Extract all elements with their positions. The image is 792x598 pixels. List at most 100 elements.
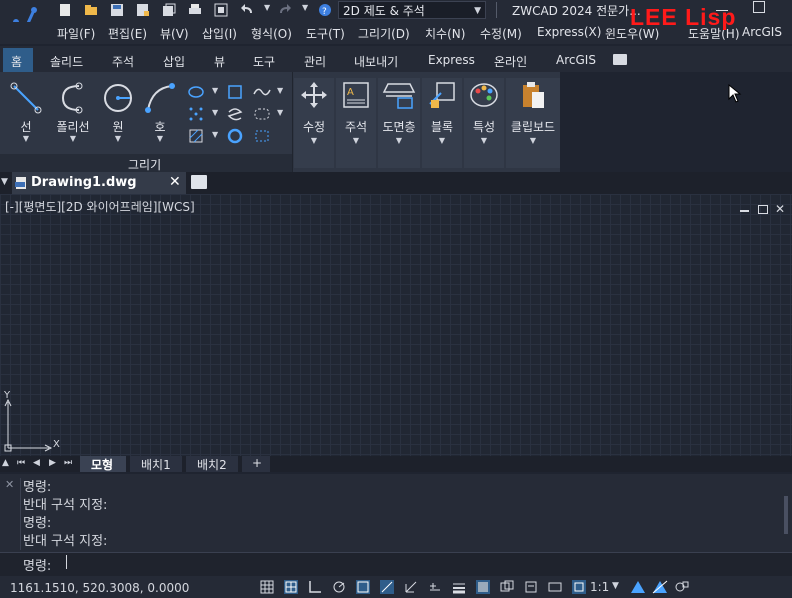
annotation-monitor-icon[interactable] (548, 580, 562, 594)
viewport-minimize-icon[interactable] (740, 210, 749, 212)
new-file-icon[interactable] (58, 3, 72, 17)
donut-icon[interactable] (227, 128, 243, 147)
clipboard-panel-button[interactable]: 클립보드 ▼ (506, 78, 560, 168)
auto-scale-icon[interactable] (652, 580, 668, 594)
save-as-icon[interactable] (136, 3, 150, 17)
menu-arcgis[interactable]: ArcGIS (742, 25, 782, 39)
layout-tab-layout2[interactable]: 배치2 (186, 456, 238, 472)
tab-arcgis[interactable]: ArcGIS (556, 53, 596, 67)
nav-prev-icon[interactable]: ◀ (33, 458, 40, 468)
redo-dropdown-icon[interactable]: ▼ (302, 3, 308, 12)
chevron-down-icon[interactable]: ▼ (212, 108, 218, 117)
circle-tool-button[interactable]: 원 ▼ (98, 80, 138, 144)
nav-last-icon[interactable]: ⏭ (64, 458, 72, 468)
modify-panel-button[interactable]: 수정 ▼ (294, 78, 334, 168)
menu-format[interactable]: 형식(O) (251, 25, 292, 42)
revcloud-icon[interactable] (227, 106, 243, 125)
annotation-panel-button[interactable]: A 주석 ▼ (336, 78, 376, 168)
hatch-icon[interactable] (188, 128, 204, 147)
ortho-icon[interactable] (308, 580, 322, 594)
menu-draw[interactable]: 그리기(D) (358, 25, 410, 42)
spline-icon[interactable] (253, 84, 271, 103)
layout-tab-layout1[interactable]: 배치1 (130, 456, 182, 472)
nav-up-icon[interactable]: ▲ (2, 458, 9, 468)
command-input[interactable] (0, 552, 792, 577)
open-folder-icon[interactable] (84, 3, 98, 17)
tab-home[interactable]: 홈 (11, 53, 22, 70)
tab-annotate[interactable]: 주석 (112, 53, 134, 70)
zoom-extents-icon[interactable] (214, 3, 228, 17)
viewport-close-icon[interactable]: ✕ (775, 202, 785, 216)
workspace-select[interactable]: 2D 제도 & 주석 ▼ (338, 1, 486, 19)
nav-next-icon[interactable]: ▶ (49, 458, 56, 468)
scale-dropdown-icon[interactable]: ▼ (612, 581, 619, 591)
menu-insert[interactable]: 삽입(I) (202, 25, 237, 42)
redo-icon[interactable] (278, 3, 292, 17)
dynamic-ucs-icon[interactable] (404, 580, 418, 594)
layout-tab-model[interactable]: 모형 (80, 456, 126, 472)
tab-view[interactable]: 뷰 (214, 53, 225, 70)
chevron-down-icon[interactable]: ▼ (277, 86, 283, 95)
object-snap-tracking-icon[interactable] (380, 580, 394, 594)
command-scrollbar[interactable] (784, 496, 788, 534)
wipeout-icon[interactable] (253, 128, 271, 147)
undo-dropdown-icon[interactable]: ▼ (264, 3, 270, 12)
tab-express[interactable]: Express (428, 53, 475, 67)
undo-icon[interactable] (240, 3, 254, 17)
menu-tools[interactable]: 도구(T) (306, 25, 345, 42)
nav-first-icon[interactable]: ⏮ (17, 458, 25, 468)
arc-tool-button[interactable]: 호 ▼ (140, 80, 180, 144)
menu-modify[interactable]: 수정(M) (480, 25, 522, 42)
chevron-down-icon[interactable]: ▼ (212, 130, 218, 139)
save-icon[interactable] (110, 3, 124, 17)
menu-express[interactable]: Express(X) (537, 25, 601, 39)
viewport-restore-icon[interactable] (758, 205, 768, 214)
ellipse-icon[interactable] (188, 84, 204, 103)
model-space-icon[interactable] (572, 580, 586, 594)
annotation-scale[interactable]: 1:1 (590, 580, 609, 594)
object-snap-icon[interactable] (356, 580, 370, 594)
transparency-icon[interactable] (476, 580, 490, 594)
snap-icon[interactable] (284, 580, 298, 594)
tab-tools[interactable]: 도구 (253, 53, 275, 70)
batch-print-icon[interactable] (162, 3, 176, 17)
print-icon[interactable] (188, 3, 202, 17)
add-layout-button[interactable]: + (242, 456, 270, 472)
chevron-down-icon[interactable]: ▼ (212, 86, 218, 95)
dynamic-input-icon[interactable] (428, 580, 442, 594)
menu-view[interactable]: 뷰(V) (160, 25, 189, 42)
properties-panel-button[interactable]: 특성 ▼ (464, 78, 504, 168)
menu-dimension[interactable]: 치수(N) (425, 25, 465, 42)
point-icon[interactable] (188, 106, 204, 125)
chevron-down-icon[interactable]: ▼ (277, 108, 283, 117)
polyline-tool-button[interactable]: 폴리선 ▼ (50, 80, 96, 144)
lineweight-icon[interactable] (452, 580, 466, 594)
workspace-switch-icon[interactable] (674, 580, 689, 594)
command-close-icon[interactable]: ✕ (5, 478, 14, 491)
line-tool-button[interactable]: 선 ▼ (6, 80, 46, 144)
selection-cycling-icon[interactable] (500, 580, 514, 594)
layers-panel-button[interactable]: 도면층 ▼ (378, 78, 420, 168)
document-tab[interactable]: Drawing1.dwg ✕ (12, 172, 186, 194)
quick-properties-icon[interactable] (524, 580, 538, 594)
tab-export[interactable]: 내보내기 (354, 53, 398, 70)
help-icon[interactable]: ? (318, 3, 332, 17)
menu-edit[interactable]: 편집(E) (108, 25, 147, 42)
tab-list-icon[interactable]: ▼ (1, 177, 8, 187)
grid-icon[interactable] (260, 580, 274, 594)
menu-file[interactable]: 파일(F) (57, 25, 95, 42)
region-icon[interactable] (253, 106, 271, 125)
close-icon[interactable]: ✕ (169, 174, 181, 190)
tab-insert[interactable]: 삽입 (163, 53, 185, 70)
ribbon-toggle-icon[interactable] (613, 54, 627, 65)
maximize-icon[interactable] (753, 1, 765, 13)
block-panel-button[interactable]: 블록 ▼ (422, 78, 462, 168)
drawing-viewport[interactable] (0, 194, 792, 456)
viewport-controls-label[interactable]: [-][평면도][2D 와이어프레임][WCS] (5, 198, 195, 215)
new-tab-icon[interactable] (191, 175, 207, 189)
tab-solid[interactable]: 솔리드 (50, 53, 83, 70)
tab-online[interactable]: 온라인 (494, 53, 527, 70)
rectangle-icon[interactable] (227, 84, 243, 103)
annotation-visibility-icon[interactable] (630, 580, 645, 594)
tab-manage[interactable]: 관리 (304, 53, 326, 70)
